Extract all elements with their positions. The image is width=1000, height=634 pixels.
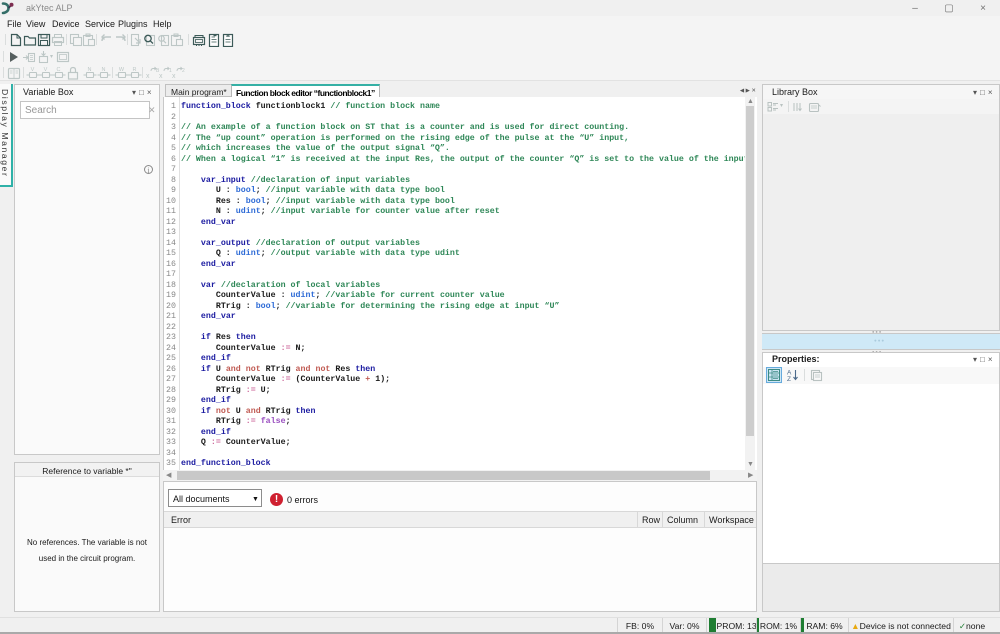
svg-text:x: x: [146, 73, 150, 80]
svg-text:2: 2: [182, 68, 185, 74]
svg-text:Z: Z: [787, 376, 791, 382]
svg-text:x: x: [172, 73, 176, 80]
svg-text:x: x: [159, 73, 163, 80]
